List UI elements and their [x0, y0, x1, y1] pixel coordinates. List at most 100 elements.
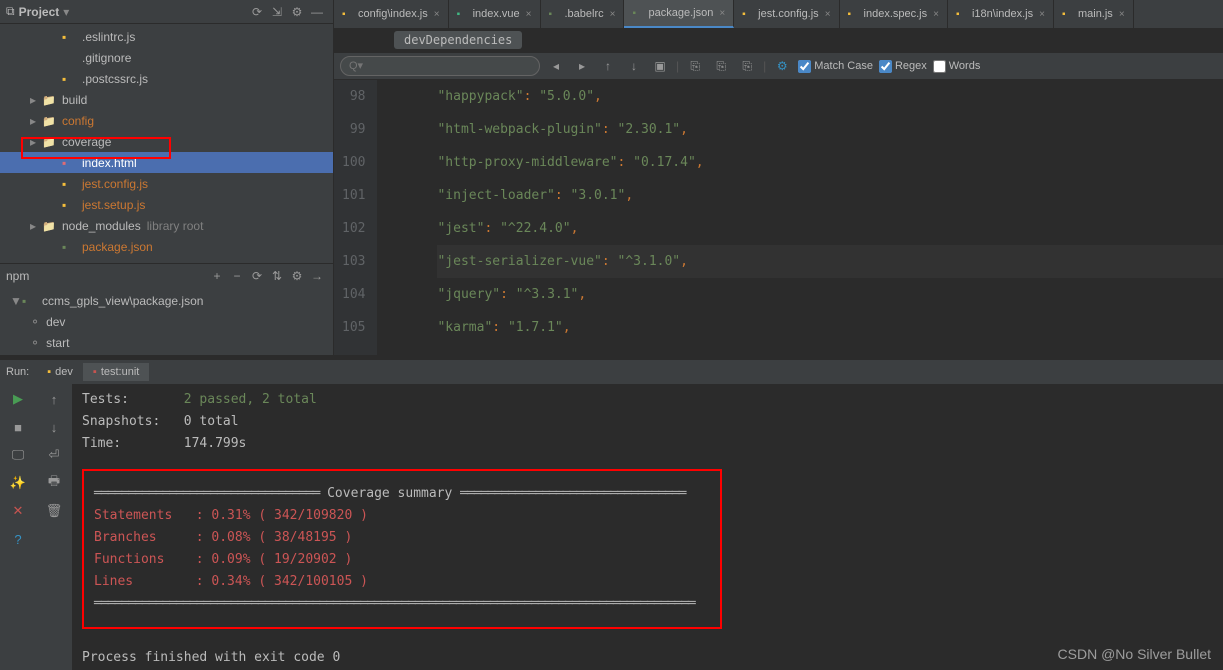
- next-icon[interactable]: ▸: [572, 56, 592, 76]
- tree-item--postcssrc-js[interactable]: .postcssrc.js: [0, 68, 333, 89]
- js-icon: [1062, 8, 1074, 20]
- hide-icon[interactable]: →: [307, 266, 327, 286]
- code-line[interactable]: "jest": "^22.4.0",: [437, 212, 1223, 245]
- gear-icon[interactable]: ⚙: [287, 266, 307, 286]
- close-icon[interactable]: ✕: [8, 501, 28, 521]
- add-icon[interactable]: +: [207, 266, 227, 286]
- refresh-icon[interactable]: ⟳: [247, 266, 267, 286]
- monitor-icon[interactable]: 🖵: [8, 445, 28, 465]
- console-output[interactable]: Tests: 2 passed, 2 total Snapshots: 0 to…: [72, 361, 1223, 670]
- expand-icon[interactable]: ▸: [30, 219, 42, 233]
- help-icon[interactable]: ?: [8, 529, 28, 549]
- tab-index-spec-js[interactable]: index.spec.js×: [840, 0, 948, 28]
- coverage-summary: ═════════════════════════════════ Covera…: [82, 469, 722, 629]
- close-icon[interactable]: ×: [526, 9, 532, 20]
- file-icon: [62, 198, 78, 212]
- down-icon[interactable]: ↓: [624, 56, 644, 76]
- down-icon[interactable]: ↓: [44, 417, 64, 437]
- npm-tree[interactable]: ▼ ccms_gpls_view\package.json ⚬dev ⚬star…: [0, 288, 333, 355]
- tab-main-js[interactable]: main.js×: [1054, 0, 1134, 28]
- file-icon: [62, 72, 78, 86]
- code-content[interactable]: "happypack": "5.0.0","html-webpack-plugi…: [377, 80, 1223, 355]
- tree-item-coverage[interactable]: ▸coverage: [0, 131, 333, 152]
- sync-icon[interactable]: ⟳: [247, 2, 267, 22]
- trash-icon[interactable]: 🗑: [44, 501, 64, 521]
- close-icon[interactable]: ×: [719, 8, 725, 19]
- gear-icon[interactable]: ⚙: [287, 2, 307, 22]
- json-icon: [22, 294, 38, 308]
- tree-item-jest-setup-js[interactable]: jest.setup.js: [0, 194, 333, 215]
- folder-icon: [42, 219, 58, 233]
- tree-item-build[interactable]: ▸build: [0, 89, 333, 110]
- close-icon[interactable]: ×: [434, 9, 440, 20]
- dropdown-icon[interactable]: ▾: [63, 5, 69, 19]
- code-line[interactable]: "jest-serializer-vue": "^3.1.0",: [437, 245, 1223, 278]
- tab-index-vue[interactable]: index.vue×: [449, 0, 541, 28]
- words-check[interactable]: Words: [933, 60, 981, 73]
- tree-item-node-modules[interactable]: ▸node_moduleslibrary root: [0, 215, 333, 236]
- code-line[interactable]: "inject-loader": "3.0.1",: [437, 179, 1223, 212]
- match-case-check[interactable]: Match Case: [798, 60, 873, 73]
- up-icon[interactable]: ↑: [44, 389, 64, 409]
- tree-item-index-html[interactable]: index.html: [0, 152, 333, 173]
- close-icon[interactable]: ×: [825, 9, 831, 20]
- tree-item-config[interactable]: ▸config: [0, 110, 333, 131]
- npm-root[interactable]: ▼ ccms_gpls_view\package.json: [0, 290, 333, 311]
- expand-icon[interactable]: ▼: [10, 294, 22, 308]
- code-editor[interactable]: 9899100101102103104105 "happypack": "5.0…: [334, 80, 1223, 355]
- select-all-icon[interactable]: ▣: [650, 56, 670, 76]
- filter3-icon[interactable]: ⎘: [737, 56, 757, 76]
- regex-check[interactable]: Regex: [879, 60, 927, 73]
- close-icon[interactable]: ×: [933, 9, 939, 20]
- expand-icon[interactable]: ▸: [30, 93, 42, 107]
- expand-icon[interactable]: ▸: [30, 135, 42, 149]
- wrap-icon[interactable]: ⏎: [44, 445, 64, 465]
- tab-config-index-js[interactable]: config\index.js×: [334, 0, 449, 28]
- code-line[interactable]: "karma": "1.7.1",: [437, 311, 1223, 344]
- npm-header: npm + − ⟳ ⇅ ⚙ →: [0, 264, 333, 288]
- tree-item--gitignore[interactable]: .gitignore: [0, 47, 333, 68]
- snapshots-label: Snapshots:: [82, 414, 160, 429]
- tab--babelrc[interactable]: .babelrc×: [541, 0, 625, 28]
- filter2-icon[interactable]: ⎘: [711, 56, 731, 76]
- print-icon[interactable]: 🖶: [44, 473, 64, 493]
- close-icon[interactable]: ×: [1039, 9, 1045, 20]
- file-icon: [62, 156, 78, 170]
- tree-item-package-json[interactable]: package.json: [0, 236, 333, 257]
- run-icon[interactable]: ▶: [8, 389, 28, 409]
- tab-i18n-index-js[interactable]: i18n\index.js×: [948, 0, 1054, 28]
- gear-icon[interactable]: ⚙: [772, 56, 792, 76]
- tree-item-label: package.json: [82, 240, 153, 254]
- collapse-icon[interactable]: ⇲: [267, 2, 287, 22]
- filter-icon[interactable]: ⎘: [685, 56, 705, 76]
- tree-item-jest-config-js[interactable]: jest.config.js: [0, 173, 333, 194]
- close-icon[interactable]: ×: [610, 9, 616, 20]
- tree-item-label: .postcssrc.js: [82, 72, 148, 86]
- npm-script-start[interactable]: ⚬start: [0, 332, 333, 353]
- expand-icon[interactable]: ▸: [30, 114, 42, 128]
- remove-icon[interactable]: −: [227, 266, 247, 286]
- project-tree[interactable]: .eslintrc.js.gitignore .postcssrc.js ▸buil…: [0, 24, 333, 263]
- prev-icon[interactable]: ◂: [546, 56, 566, 76]
- search-input[interactable]: [340, 56, 540, 76]
- npm-script-dev[interactable]: ⚬dev: [0, 311, 333, 332]
- tab-jest-config-js[interactable]: jest.config.js×: [734, 0, 839, 28]
- stop-icon[interactable]: ■: [8, 417, 28, 437]
- code-line[interactable]: "http-proxy-middleware": "0.17.4",: [437, 146, 1223, 179]
- tree-item-label: node_modules: [62, 219, 141, 233]
- tab-package-json[interactable]: package.json×: [624, 0, 734, 28]
- hide-icon[interactable]: —: [307, 2, 327, 22]
- code-line[interactable]: "happypack": "5.0.0",: [437, 80, 1223, 113]
- npm-root-label: ccms_gpls_view\package.json: [42, 294, 203, 308]
- up-icon[interactable]: ↑: [598, 56, 618, 76]
- code-line[interactable]: "html-webpack-plugin": "2.30.1",: [437, 113, 1223, 146]
- coverage-row-lines: Lines : 0.34% ( 342/100105 ): [94, 571, 710, 593]
- run-label: Run:: [6, 366, 29, 378]
- npm-title: npm: [6, 269, 29, 283]
- code-line[interactable]: "jquery": "^3.3.1",: [437, 278, 1223, 311]
- breadcrumb-item[interactable]: devDependencies: [394, 31, 522, 49]
- tree-item--eslintrc-js[interactable]: .eslintrc.js: [0, 26, 333, 47]
- sort-icon[interactable]: ⇅: [267, 266, 287, 286]
- close-icon[interactable]: ×: [1119, 9, 1125, 20]
- wand-icon[interactable]: ✨: [8, 473, 28, 493]
